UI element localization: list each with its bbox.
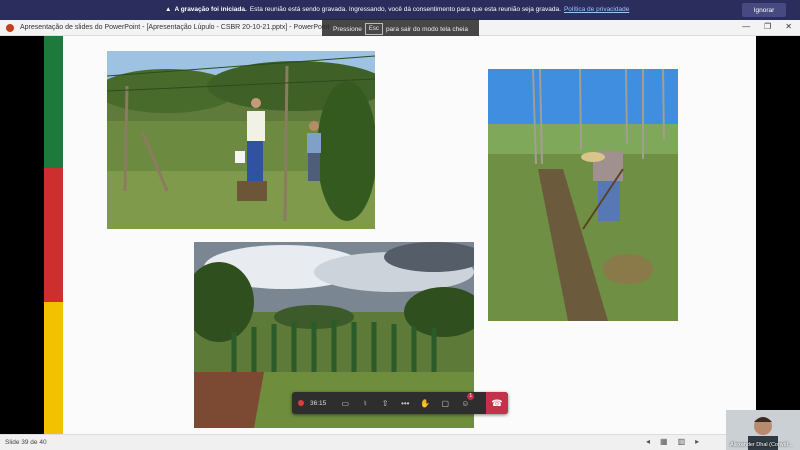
slide-sorter-icon[interactable]: ▦ — [660, 437, 668, 446]
call-duration: 36:15 — [310, 399, 327, 407]
warning-icon: ▲ — [165, 6, 172, 13]
next-slide-icon[interactable]: ▸ — [695, 437, 699, 446]
self-video-view[interactable]: Alexander Dhal (Convid... — [726, 410, 800, 450]
meeting-controls-bar: 36:15 ▭ ♮ ⇧ ••• ✋ ▢ ☺ 1 ☎ — [292, 392, 508, 414]
esc-key: Esc — [364, 23, 383, 35]
recording-indicator-icon — [298, 400, 304, 406]
ignore-button[interactable]: Ignorar — [742, 3, 786, 17]
window-controls: — ❐ ✕ — [742, 22, 792, 31]
hang-up-button[interactable]: ☎ — [486, 392, 508, 414]
recording-bold-text: A gravação foi iniciada. — [174, 6, 247, 13]
chat-icon[interactable]: ▢ — [438, 399, 452, 408]
participants-badge: 1 — [467, 392, 475, 400]
photo-hop-garden-workers — [107, 51, 375, 229]
participants-icon[interactable]: ☺ 1 — [458, 392, 475, 408]
share-screen-icon[interactable]: ⇧ — [378, 399, 392, 408]
recording-text: Esta reunião está sendo gravada. Ingress… — [249, 6, 561, 13]
slide-counter: Slide 39 de 40 — [5, 439, 47, 446]
letterbox-right — [756, 36, 800, 434]
reading-view-icon[interactable]: ▥ — [678, 437, 686, 446]
microphone-icon[interactable]: ♮ — [358, 399, 372, 408]
photo-field-worker-hoe — [488, 69, 678, 321]
previous-slide-icon[interactable]: ◂ — [646, 437, 650, 446]
window-title: Apresentação de slides do PowerPoint - [… — [20, 24, 330, 31]
minimize-icon[interactable]: — — [742, 22, 750, 31]
close-icon[interactable]: ✕ — [785, 22, 792, 31]
tip-suffix: para sair do modo tela cheia — [385, 25, 468, 33]
slide-canvas[interactable] — [44, 36, 756, 434]
raise-hand-icon[interactable]: ✋ — [418, 399, 432, 408]
status-icons: ◂ ▦ ▥ ▸ — [646, 437, 699, 446]
participant-name: Alexander Dhal (Convid... — [730, 442, 793, 448]
stripe-green — [44, 36, 63, 168]
restore-icon[interactable]: ❐ — [764, 22, 771, 31]
stripe-yellow — [44, 302, 63, 434]
tip-prefix: Pressione — [333, 25, 362, 33]
more-options-icon[interactable]: ••• — [398, 399, 412, 408]
camera-icon[interactable]: ▭ — [338, 399, 352, 408]
letterbox-left — [0, 36, 44, 434]
recording-message: ▲ A gravação foi iniciada. Esta reunião … — [165, 6, 629, 13]
recording-banner: ▲ A gravação foi iniciada. Esta reunião … — [0, 0, 800, 20]
privacy-policy-link[interactable]: Política de privacidade — [564, 6, 629, 13]
status-bar: Slide 39 de 40 ◂ ▦ ▥ ▸ — [0, 434, 800, 450]
powerpoint-icon — [6, 23, 14, 32]
stripe-red — [44, 168, 63, 302]
